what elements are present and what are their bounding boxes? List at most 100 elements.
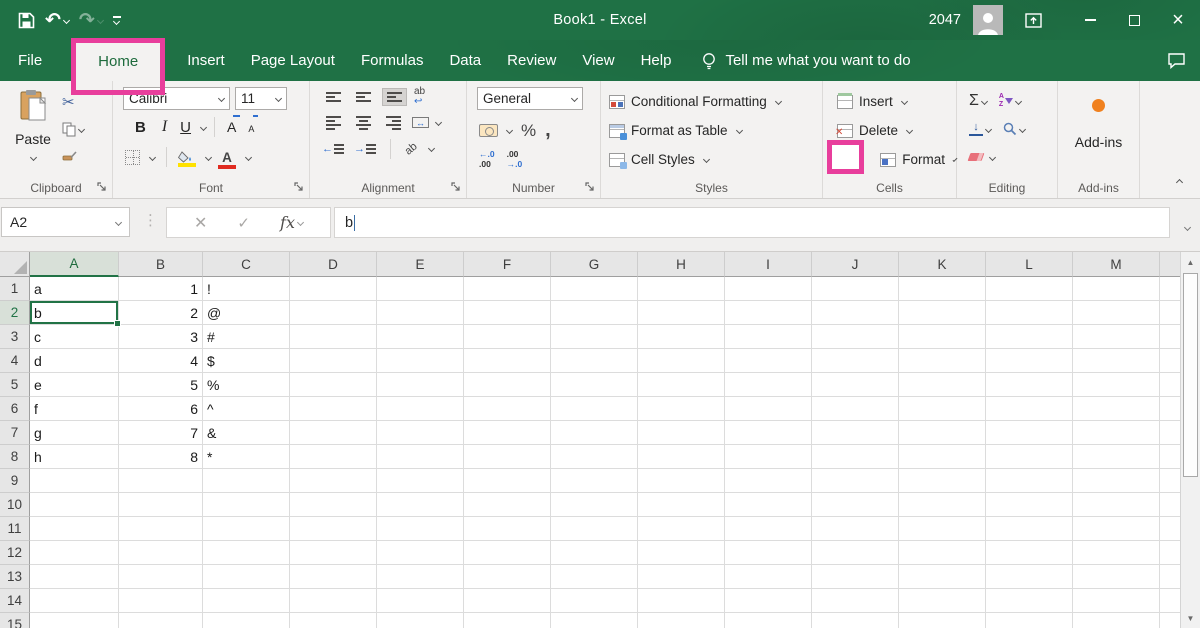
save-icon[interactable] [18,12,35,29]
cell-D8[interactable] [290,445,377,469]
cell-G13[interactable] [551,565,638,589]
cell-H13[interactable] [638,565,725,589]
undo-button[interactable]: ↶ [45,11,69,30]
borders-icon[interactable] [125,150,140,165]
cell-G9[interactable] [551,469,638,493]
cell-F14[interactable] [464,589,551,613]
cell-F5[interactable] [464,373,551,397]
row-header-10[interactable]: 10 [0,493,30,517]
select-all-corner[interactable] [0,252,30,277]
cell-K2[interactable] [899,301,986,325]
number-format-combobox[interactable]: General [477,87,583,110]
row-header-6[interactable]: 6 [0,397,30,421]
cell-B4[interactable]: 4 [119,349,203,373]
feedback-comment-icon[interactable] [1167,52,1186,69]
addins-button[interactable]: Add-ins [1058,87,1139,150]
column-header-E[interactable]: E [377,252,464,277]
cell-M6[interactable] [1073,397,1160,421]
column-header-C[interactable]: C [203,252,290,277]
cell-M5[interactable] [1073,373,1160,397]
cell-J8[interactable] [812,445,899,469]
row-header-7[interactable]: 7 [0,421,30,445]
column-header-H[interactable]: H [638,252,725,277]
middle-align-button[interactable] [352,89,375,105]
cell-E11[interactable] [377,517,464,541]
row-header-13[interactable]: 13 [0,565,30,589]
cell-K9[interactable] [899,469,986,493]
formula-bar-grip[interactable]: ⋮ [143,211,158,229]
cell-F15[interactable] [464,613,551,628]
cell-A6[interactable]: f [30,397,119,421]
row-header-15[interactable]: 15 [0,613,30,628]
cell-F9[interactable] [464,469,551,493]
cell-A11[interactable] [30,517,119,541]
cell-K3[interactable] [899,325,986,349]
cell-D13[interactable] [290,565,377,589]
cut-icon[interactable]: ✂ [62,93,75,111]
cell-J2[interactable] [812,301,899,325]
number-dialog-launcher-icon[interactable] [584,181,596,193]
increase-indent-button[interactable]: → [354,143,376,155]
format-cells-button[interactable]: Format [837,145,956,174]
cell-C7[interactable]: & [203,421,290,445]
cell-H10[interactable] [638,493,725,517]
cell-A10[interactable] [30,493,119,517]
center-button[interactable] [352,113,375,133]
cell-D14[interactable] [290,589,377,613]
cell-M8[interactable] [1073,445,1160,469]
cell-I10[interactable] [725,493,812,517]
cell-M2[interactable] [1073,301,1160,325]
cell-F10[interactable] [464,493,551,517]
tab-help[interactable]: Help [628,40,685,81]
cell-E14[interactable] [377,589,464,613]
row-header-2[interactable]: 2 [0,301,30,325]
cell-M9[interactable] [1073,469,1160,493]
cell-K7[interactable] [899,421,986,445]
cell-G4[interactable] [551,349,638,373]
cell-A4[interactable]: d [30,349,119,373]
close-button[interactable]: × [1156,0,1200,40]
cell-F11[interactable] [464,517,551,541]
cell-I1[interactable] [725,277,812,301]
cell-F3[interactable] [464,325,551,349]
cell-E10[interactable] [377,493,464,517]
cell-I9[interactable] [725,469,812,493]
cell-L5[interactable] [986,373,1073,397]
cell-I14[interactable] [725,589,812,613]
cell-L10[interactable] [986,493,1073,517]
cell-L13[interactable] [986,565,1073,589]
cell-H6[interactable] [638,397,725,421]
increase-decimal-button[interactable]: ←.0.00 [479,150,495,170]
cell-F8[interactable] [464,445,551,469]
fill-color-button[interactable] [178,151,196,163]
cell-H5[interactable] [638,373,725,397]
cell-I7[interactable] [725,421,812,445]
alignment-dialog-launcher-icon[interactable] [450,181,462,193]
cell-F2[interactable] [464,301,551,325]
cell-styles-button[interactable]: Cell Styles [609,145,822,174]
cell-G14[interactable] [551,589,638,613]
find-select-button[interactable] [1003,122,1025,136]
cell-A5[interactable]: e [30,373,119,397]
cell-M14[interactable] [1073,589,1160,613]
account-badge[interactable]: 2047 [929,12,961,28]
cell-A9[interactable] [30,469,119,493]
copy-button[interactable] [62,122,84,137]
accounting-format-dropdown[interactable] [506,127,513,134]
underline-dropdown[interactable] [200,123,207,130]
scroll-up-icon[interactable]: ▲ [1181,252,1200,272]
cell-J5[interactable] [812,373,899,397]
borders-dropdown[interactable] [149,153,156,160]
row-header-14[interactable]: 14 [0,589,30,613]
cell-D10[interactable] [290,493,377,517]
accounting-format-icon[interactable] [479,124,498,137]
font-color-dropdown[interactable] [245,153,252,160]
cell-K13[interactable] [899,565,986,589]
comma-style-button[interactable]: , [545,119,551,142]
cell-D3[interactable] [290,325,377,349]
cell-L4[interactable] [986,349,1073,373]
tab-page-layout[interactable]: Page Layout [238,40,348,81]
cell-J11[interactable] [812,517,899,541]
cell-E5[interactable] [377,373,464,397]
orientation-icon[interactable]: ab [403,140,420,157]
